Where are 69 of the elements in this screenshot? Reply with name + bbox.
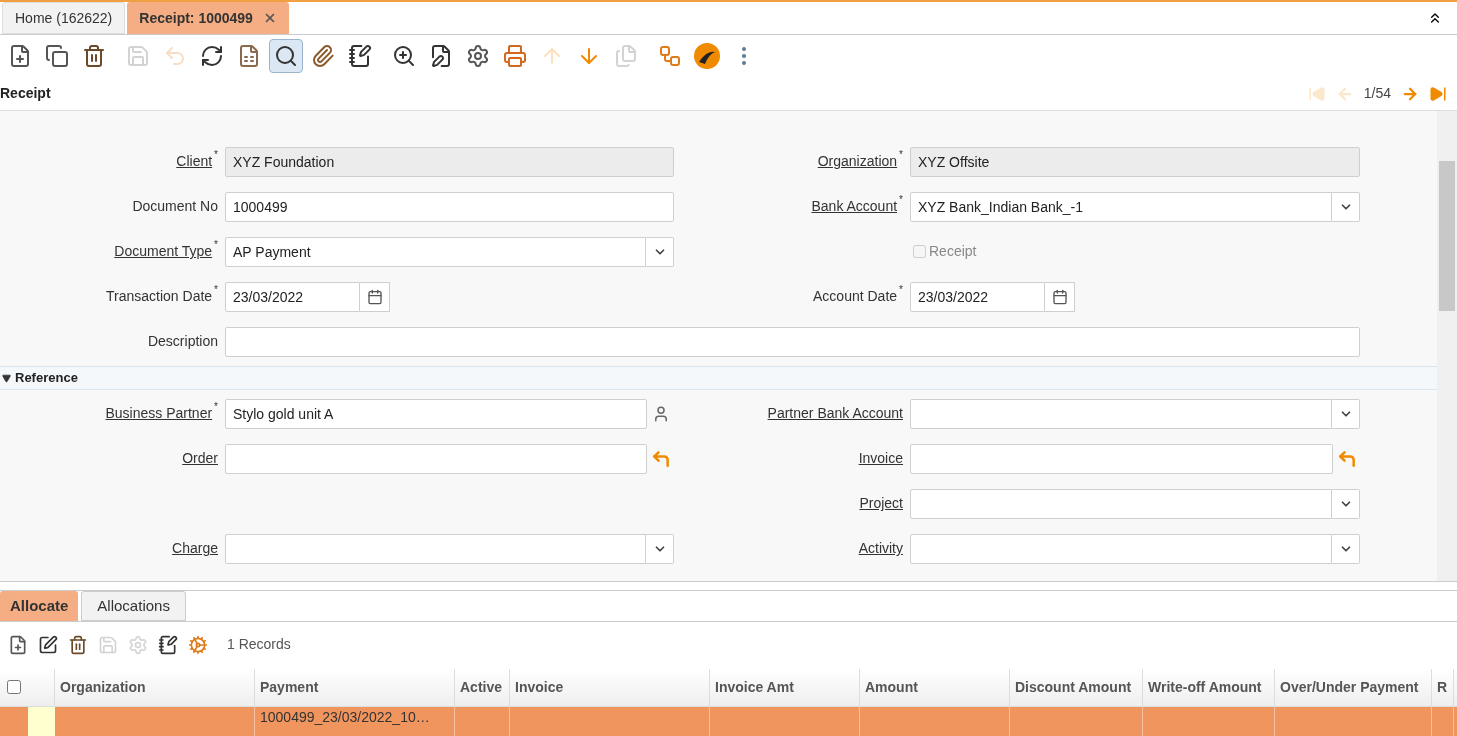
field-label: Description — [147, 332, 218, 352]
column-header[interactable]: Payment — [255, 669, 455, 706]
date-field[interactable]: 23/03/2022 — [225, 281, 360, 312]
field-label[interactable]: Project — [859, 493, 903, 515]
dropdown-field[interactable]: XYZ Bank_Indian Bank_-1 — [910, 191, 1332, 222]
column-header[interactable]: Invoice Amt — [710, 669, 860, 706]
field-label[interactable]: Bank Account — [811, 196, 898, 218]
field-label: Transaction Date — [106, 287, 213, 307]
dropdown-field[interactable] — [225, 533, 646, 564]
field-label[interactable]: Business Partner — [105, 403, 213, 425]
curved-arrow-icon[interactable] — [650, 448, 671, 469]
field-label[interactable]: Partner Bank Account — [767, 403, 903, 425]
section-header[interactable]: Reference — [0, 366, 1437, 391]
dropdown-field[interactable] — [910, 488, 1332, 519]
field-label[interactable]: Organization — [817, 151, 898, 173]
window-tab[interactable]: Receipt: 1000499 — [127, 2, 289, 35]
field-label[interactable]: Invoice — [858, 448, 903, 470]
required-mark: * — [899, 283, 903, 298]
expand-triangle-icon[interactable] — [2, 373, 11, 383]
required-mark: * — [899, 148, 903, 163]
scrollbar[interactable] — [1437, 111, 1457, 581]
last-record-icon[interactable] — [1429, 84, 1447, 103]
dropdown-field[interactable]: AP Payment — [225, 236, 646, 267]
table-cell: 1000499_23/03/2022_10… — [260, 708, 430, 725]
column-header[interactable]: R — [1432, 669, 1454, 706]
field-label[interactable]: Client — [176, 151, 213, 173]
field-label: Account Date — [813, 287, 898, 307]
table-row[interactable]: 1000499_23/03/2022_10… — [0, 706, 1457, 736]
dropdown-field[interactable] — [910, 398, 1332, 429]
text-field[interactable]: XYZ Foundation — [225, 146, 674, 177]
field-label: Document No — [132, 197, 218, 217]
calendar-icon[interactable] — [1051, 288, 1068, 305]
select-all-checkbox[interactable] — [7, 680, 21, 695]
search-field[interactable] — [225, 443, 647, 474]
curved-arrow-icon[interactable] — [1336, 448, 1357, 469]
field-label[interactable]: Order — [182, 448, 218, 470]
calendar-icon[interactable] — [366, 288, 383, 305]
column-header[interactable]: Over/Under Payment — [1275, 669, 1432, 706]
text-field[interactable] — [225, 326, 1360, 357]
column-header[interactable]: Invoice — [510, 669, 710, 706]
search-field[interactable] — [910, 443, 1333, 474]
checkbox-label: Receipt — [929, 242, 977, 262]
page-title: Receipt — [0, 84, 51, 104]
required-mark: * — [214, 238, 218, 253]
calendar-button[interactable] — [360, 281, 390, 312]
field-label[interactable]: Document Type — [114, 241, 213, 263]
dropdown-field[interactable] — [910, 533, 1332, 564]
column-header[interactable]: Amount — [860, 669, 1010, 706]
window-tab[interactable]: Home (162622) — [2, 2, 126, 35]
column-header[interactable]: Write-off Amount — [1143, 669, 1275, 706]
date-field[interactable]: 23/03/2022 — [910, 281, 1045, 312]
required-mark: * — [214, 148, 218, 163]
column-header[interactable]: Active — [455, 669, 510, 706]
required-mark: * — [214, 283, 218, 298]
record-count: 1 Records — [227, 635, 291, 655]
column-header[interactable]: Discount Amount — [1010, 669, 1143, 706]
text-field[interactable]: 1000499 — [225, 191, 674, 222]
column-header[interactable]: Organization — [55, 669, 255, 706]
required-mark: * — [899, 193, 903, 208]
required-mark: * — [214, 400, 218, 415]
detail-tab[interactable]: Allocate — [0, 591, 79, 621]
calendar-button[interactable] — [1045, 281, 1075, 312]
search-field[interactable]: Stylo gold unit A — [225, 398, 647, 429]
record-counter: 1/54 — [1363, 84, 1391, 104]
search-icon[interactable] — [269, 39, 303, 74]
detail-tab[interactable]: Allocations — [81, 591, 186, 621]
text-field[interactable]: XYZ Offsite — [910, 146, 1360, 177]
field-label[interactable]: Activity — [858, 538, 903, 560]
field-label[interactable]: Charge — [172, 538, 218, 560]
